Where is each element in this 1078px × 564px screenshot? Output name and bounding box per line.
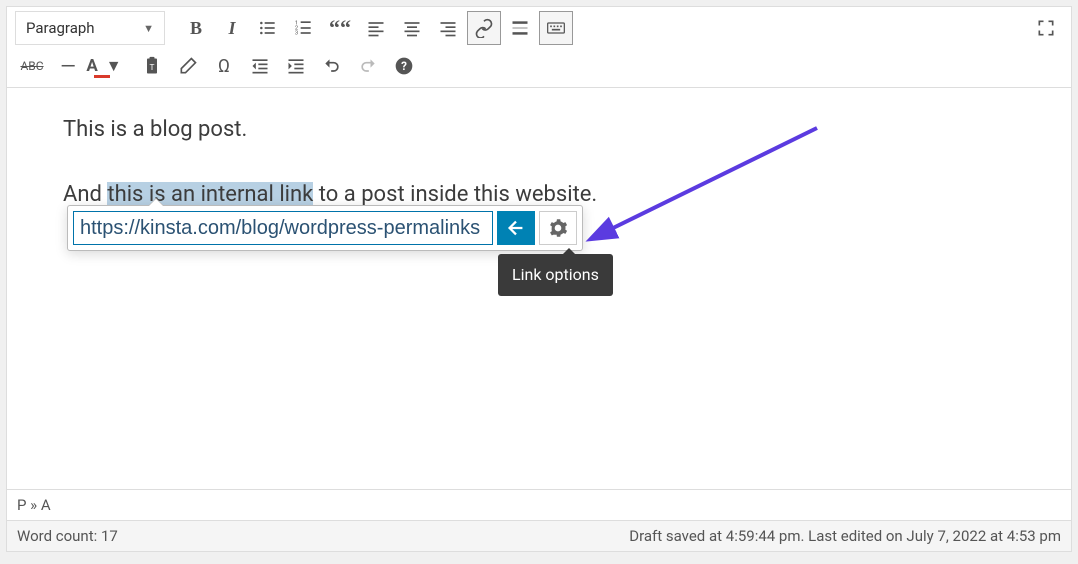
outdent-button[interactable] (243, 49, 277, 83)
clipboard-icon: T (142, 56, 162, 76)
toolbar: Paragraph ▼ B I 123 ““ ABC — A ▼ (7, 7, 1071, 88)
keyboard-icon (546, 18, 566, 38)
format-select-label: Paragraph (26, 19, 95, 37)
link-url-input[interactable] (73, 211, 493, 245)
toolbar-toggle-button[interactable] (539, 11, 573, 45)
svg-text:?: ? (401, 59, 407, 73)
editor-container: Paragraph ▼ B I 123 ““ ABC — A ▼ (6, 6, 1072, 552)
text-color-button[interactable]: A ▼ (87, 49, 121, 83)
paste-text-button[interactable]: T (135, 49, 169, 83)
readmore-icon (510, 18, 530, 38)
align-center-button[interactable] (395, 11, 429, 45)
status-bar: Word count: 17 Draft saved at 4:59:44 pm… (7, 521, 1071, 551)
align-center-icon (402, 18, 422, 38)
fullscreen-button[interactable] (1029, 11, 1063, 45)
redo-icon (358, 56, 378, 76)
link-icon (474, 18, 494, 38)
svg-text:T: T (150, 63, 155, 73)
save-status: Draft saved at 4:59:44 pm. Last edited o… (629, 527, 1061, 545)
undo-icon (322, 56, 342, 76)
blockquote-button[interactable]: ““ (323, 11, 357, 45)
selected-link-text: this is an internal link (107, 182, 313, 207)
link-apply-button[interactable] (497, 211, 535, 245)
element-path[interactable]: P » A (7, 490, 1071, 521)
align-left-button[interactable] (359, 11, 393, 45)
strikethrough-button[interactable]: ABC (15, 49, 49, 83)
editor-footer: P » A Word count: 17 Draft saved at 4:59… (7, 489, 1071, 551)
link-options-button[interactable] (539, 211, 577, 245)
toolbar-row-1: Paragraph ▼ B I 123 ““ (15, 11, 1063, 45)
clear-format-button[interactable] (171, 49, 205, 83)
indent-button[interactable] (279, 49, 313, 83)
align-left-icon (366, 18, 386, 38)
special-char-button[interactable]: Ω (207, 49, 241, 83)
toolbar-row-2: ABC — A ▼ T Ω ? (15, 49, 1063, 83)
indent-icon (286, 56, 306, 76)
eraser-icon (178, 56, 198, 76)
word-count: Word count: 17 (17, 527, 118, 545)
fullscreen-icon (1036, 18, 1056, 38)
hr-button[interactable]: — (51, 49, 85, 83)
outdent-icon (250, 56, 270, 76)
link-button[interactable] (467, 11, 501, 45)
help-icon: ? (394, 56, 414, 76)
format-select[interactable]: Paragraph ▼ (15, 11, 165, 45)
bullet-list-icon (258, 18, 278, 38)
link-popup (67, 205, 583, 251)
number-list-button[interactable]: 123 (287, 11, 321, 45)
link-options-tooltip: Link options (498, 254, 613, 296)
number-list-icon: 123 (294, 18, 314, 38)
help-button[interactable]: ? (387, 49, 421, 83)
bullet-list-button[interactable] (251, 11, 285, 45)
editor-content[interactable]: This is a blog post. And this is an inte… (7, 88, 1071, 489)
text-color-swatch (94, 75, 110, 78)
svg-text:3: 3 (295, 31, 298, 37)
apply-icon (505, 217, 527, 239)
redo-button[interactable] (351, 49, 385, 83)
align-right-icon (438, 18, 458, 38)
undo-button[interactable] (315, 49, 349, 83)
readmore-button[interactable] (503, 11, 537, 45)
chevron-down-icon: ▼ (106, 56, 122, 76)
gear-icon (548, 218, 568, 238)
bold-button[interactable]: B (179, 11, 213, 45)
align-right-button[interactable] (431, 11, 465, 45)
italic-button[interactable]: I (215, 11, 249, 45)
paragraph-1: This is a blog post. (63, 112, 1015, 147)
chevron-down-icon: ▼ (143, 22, 154, 35)
